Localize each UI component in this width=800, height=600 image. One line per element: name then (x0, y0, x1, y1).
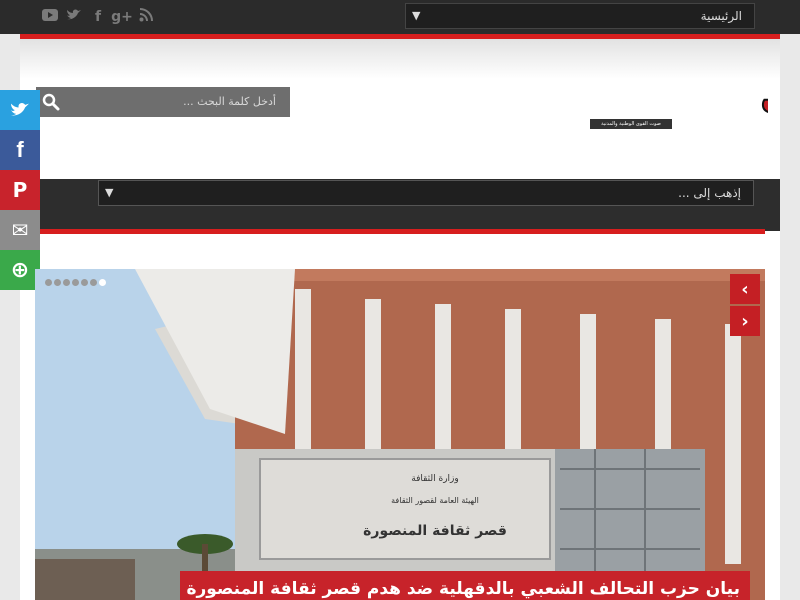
social-links: f g+ (38, 8, 158, 26)
search-button[interactable] (36, 87, 66, 117)
nav-goto-label: إذهب إلى ... (678, 186, 741, 200)
slide-caption[interactable]: بيان حزب التحالف الشعبي بالدقهلية ضد هدم… (180, 571, 750, 600)
slider-next-button[interactable]: › (730, 306, 760, 336)
youtube-icon[interactable] (38, 8, 62, 26)
slider-dot[interactable] (81, 279, 88, 286)
chevron-down-icon: ▼ (105, 186, 114, 199)
slide-image: وزارة الثقافة الهيئة العامة لقصور الثقاف… (35, 269, 765, 600)
facebook-icon: f (16, 137, 24, 162)
sign-line-2: الهيئة العامة لقصور الثقافة (391, 496, 479, 505)
top-menu-selected: الرئيسية (700, 9, 742, 23)
sign-line-1: وزارة الثقافة (411, 474, 459, 484)
top-menu-select[interactable]: الرئيسية ▼ (405, 3, 755, 29)
slider-dot[interactable] (99, 279, 106, 286)
email-share-button[interactable]: ✉ (0, 210, 40, 250)
logo-text: التحالف (760, 69, 768, 123)
pinterest-icon: P (12, 178, 28, 202)
top-bar: f g+ الرئيسية ▼ (0, 0, 800, 34)
sign-line-3: قصر ثقافة المنصورة (363, 523, 507, 539)
featured-slider[interactable]: وزارة الثقافة الهيئة العامة لقصور الثقاف… (35, 269, 765, 600)
search-box: أدخل كلمة البحث ... (36, 87, 290, 117)
nav-goto-select[interactable]: إذهب إلى ... ▼ (98, 180, 754, 206)
facebook-share-button[interactable]: f (0, 130, 40, 170)
slider-dot[interactable] (90, 279, 97, 286)
slider-dot[interactable] (45, 279, 52, 286)
slider-dot[interactable] (63, 279, 70, 286)
search-input[interactable]: أدخل كلمة البحث ... (68, 87, 290, 117)
more-icon: ⊕ (10, 257, 30, 283)
chevron-left-icon: ‹ (741, 278, 749, 300)
facebook-icon[interactable]: f (86, 8, 110, 26)
twitter-icon[interactable] (62, 8, 86, 26)
logo-subtitle: صوت القوى الوطنية والمدنية (590, 119, 672, 129)
chevron-right-icon: › (741, 310, 749, 332)
email-icon: ✉ (11, 218, 29, 242)
main-nav: إذهب إلى ... ▼ (20, 179, 780, 231)
twitter-share-button[interactable] (0, 90, 40, 130)
share-sidebar: f P ✉ ⊕ (0, 90, 40, 290)
nav-divider (35, 229, 765, 234)
slider-dot[interactable] (72, 279, 79, 286)
pinterest-share-button[interactable]: P (0, 170, 40, 210)
twitter-icon (11, 102, 29, 116)
search-icon (42, 93, 60, 111)
slider-dots (45, 279, 106, 286)
slider-prev-button[interactable]: ‹ (730, 274, 760, 304)
rss-icon[interactable] (134, 8, 158, 26)
more-share-button[interactable]: ⊕ (0, 250, 40, 290)
chevron-down-icon: ▼ (412, 9, 421, 22)
google-plus-icon[interactable]: g+ (110, 8, 134, 26)
slider-dot[interactable] (54, 279, 61, 286)
